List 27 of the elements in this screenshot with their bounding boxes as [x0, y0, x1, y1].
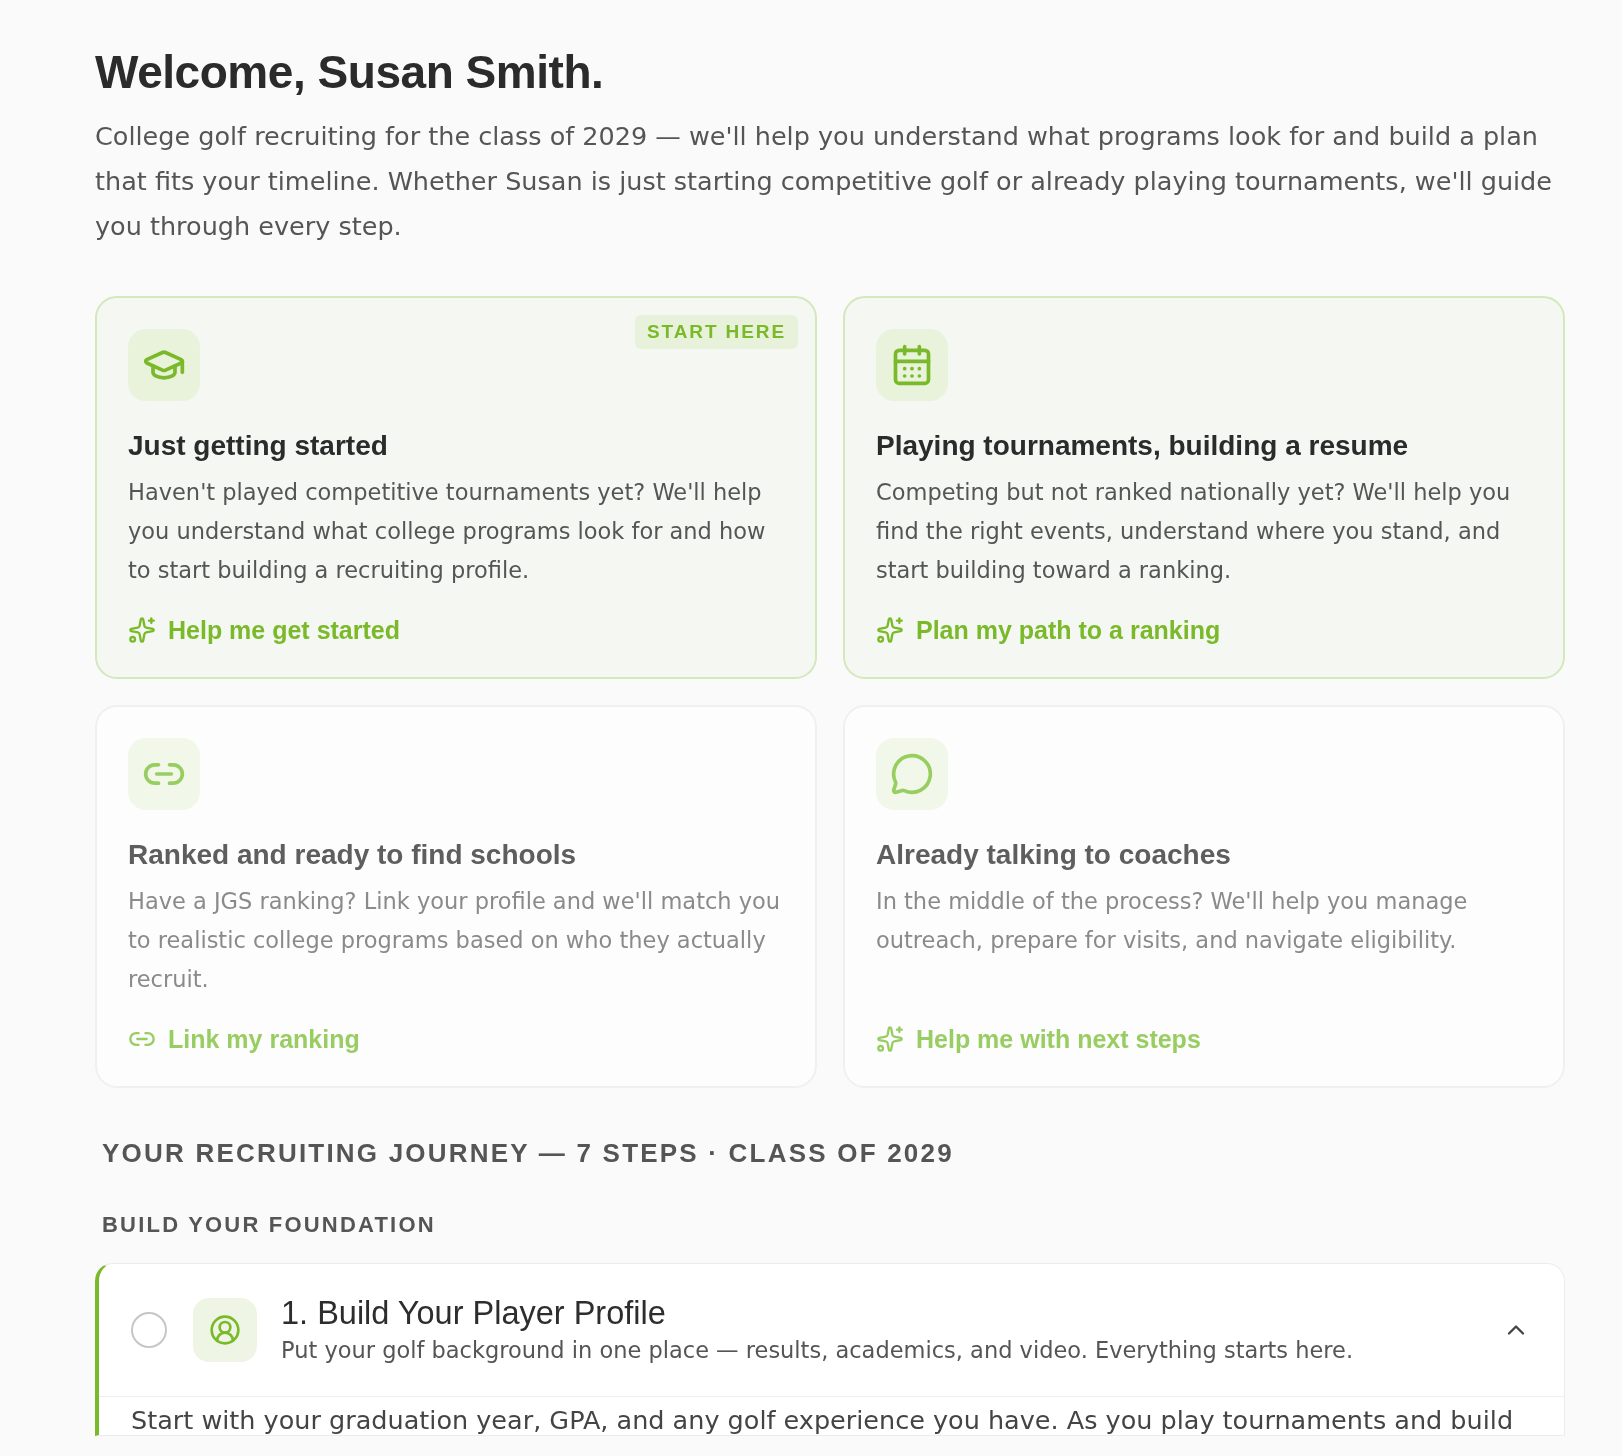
sparkle-icon — [876, 1025, 904, 1053]
card-title: Playing tournaments, building a resume — [876, 429, 1410, 463]
step-details: Start with your graduation year, GPA, and any golf experience you have. As you play tournaments and build — [131, 1405, 1515, 1435]
card-title: Already talking to coaches — [876, 838, 1232, 872]
card-description: In the middle of the process? We'll help you manage outreach, prepare for visits, and navigate eligibility. — [876, 887, 1469, 955]
chat-bubble-icon — [876, 738, 948, 810]
card-description: Haven't played competitive tournaments yet? We'll help you understand what college programs look for and how to start building a recruiting profile. — [128, 478, 767, 585]
link-icon — [128, 738, 200, 810]
action-link[interactable]: Plan my path to a ranking — [876, 614, 1221, 646]
action-link[interactable]: Link my ranking — [128, 1023, 360, 1055]
action-link[interactable]: Help me with next steps — [876, 1023, 1201, 1055]
start-here-badge: START HERE — [635, 315, 798, 349]
step-summary: Put your golf background in one place — results, academics, and video. Everything starts here. — [281, 1336, 1355, 1365]
card-description: Have a JGS ranking? Link your profile and we'll match you to realistic college programs based on who they actually recruit. — [128, 887, 782, 994]
card-title: Ranked and ready to find schools — [128, 838, 578, 872]
sparkle-icon — [876, 616, 904, 644]
journey-heading: YOUR RECRUITING JOURNEY — 7 STEPS · CLASS OF 2029 — [101, 1137, 955, 1170]
intro-text: College golf recruiting for the class of 2029 — we'll help you understand what programs look for and build a plan that fits your timeline. Whether Susan is just starting competitive golf or already playing tournaments, we'll guide you through every step. — [95, 120, 1553, 243]
action-link[interactable]: Help me get started — [128, 614, 400, 646]
group-heading: BUILD YOUR FOUNDATION — [101, 1211, 437, 1239]
sparkle-icon — [128, 616, 156, 644]
card-description: Competing but not ranked nationally yet? We'll help you find the right events, understand where you stand, and start building toward a ranking. — [876, 478, 1512, 585]
graduation-cap-icon — [128, 329, 200, 401]
welcome-heading: Welcome, Susan Smith. — [95, 46, 605, 98]
step-title: 1. Build Your Player Profile — [281, 1294, 667, 1332]
card-title: Just getting started — [128, 429, 389, 463]
calendar-icon — [876, 329, 948, 401]
